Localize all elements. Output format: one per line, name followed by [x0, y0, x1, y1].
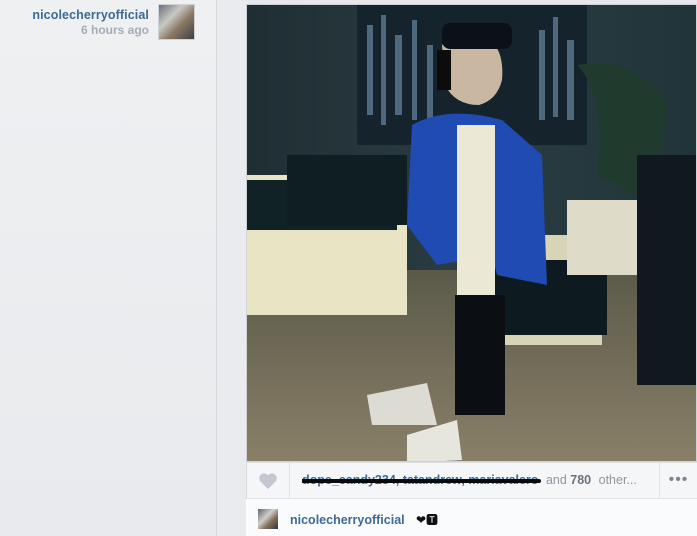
- avatar[interactable]: [158, 4, 195, 40]
- liker-names[interactable]: dope_candy234, tatandrew, mariavalero: [302, 473, 538, 487]
- post-username[interactable]: nicolecherryofficial: [26, 8, 149, 22]
- post-photo[interactable]: [246, 4, 697, 462]
- likes-count[interactable]: 780: [570, 473, 591, 487]
- gutter: [217, 0, 247, 536]
- caption-username[interactable]: nicolecherryofficial: [290, 513, 405, 527]
- left-sidebar: [0, 0, 217, 536]
- likes-bar: dope_candy234, tatandrew, mariavalero an…: [246, 462, 697, 499]
- likes-others-label[interactable]: other...: [599, 473, 637, 487]
- heart-icon: [259, 473, 277, 489]
- caption-avatar[interactable]: [258, 509, 278, 529]
- caption-emoji: ❤🆃: [416, 513, 439, 527]
- post-timestamp[interactable]: 6 hours ago: [26, 23, 149, 37]
- more-icon[interactable]: •••: [659, 463, 697, 499]
- caption-row: nicolecherryofficial ❤🆃: [246, 498, 697, 536]
- like-button[interactable]: [247, 463, 290, 499]
- likes-summary: dope_candy234, tatandrew, mariavalero an…: [302, 473, 662, 491]
- likes-and-label: and: [545, 473, 567, 487]
